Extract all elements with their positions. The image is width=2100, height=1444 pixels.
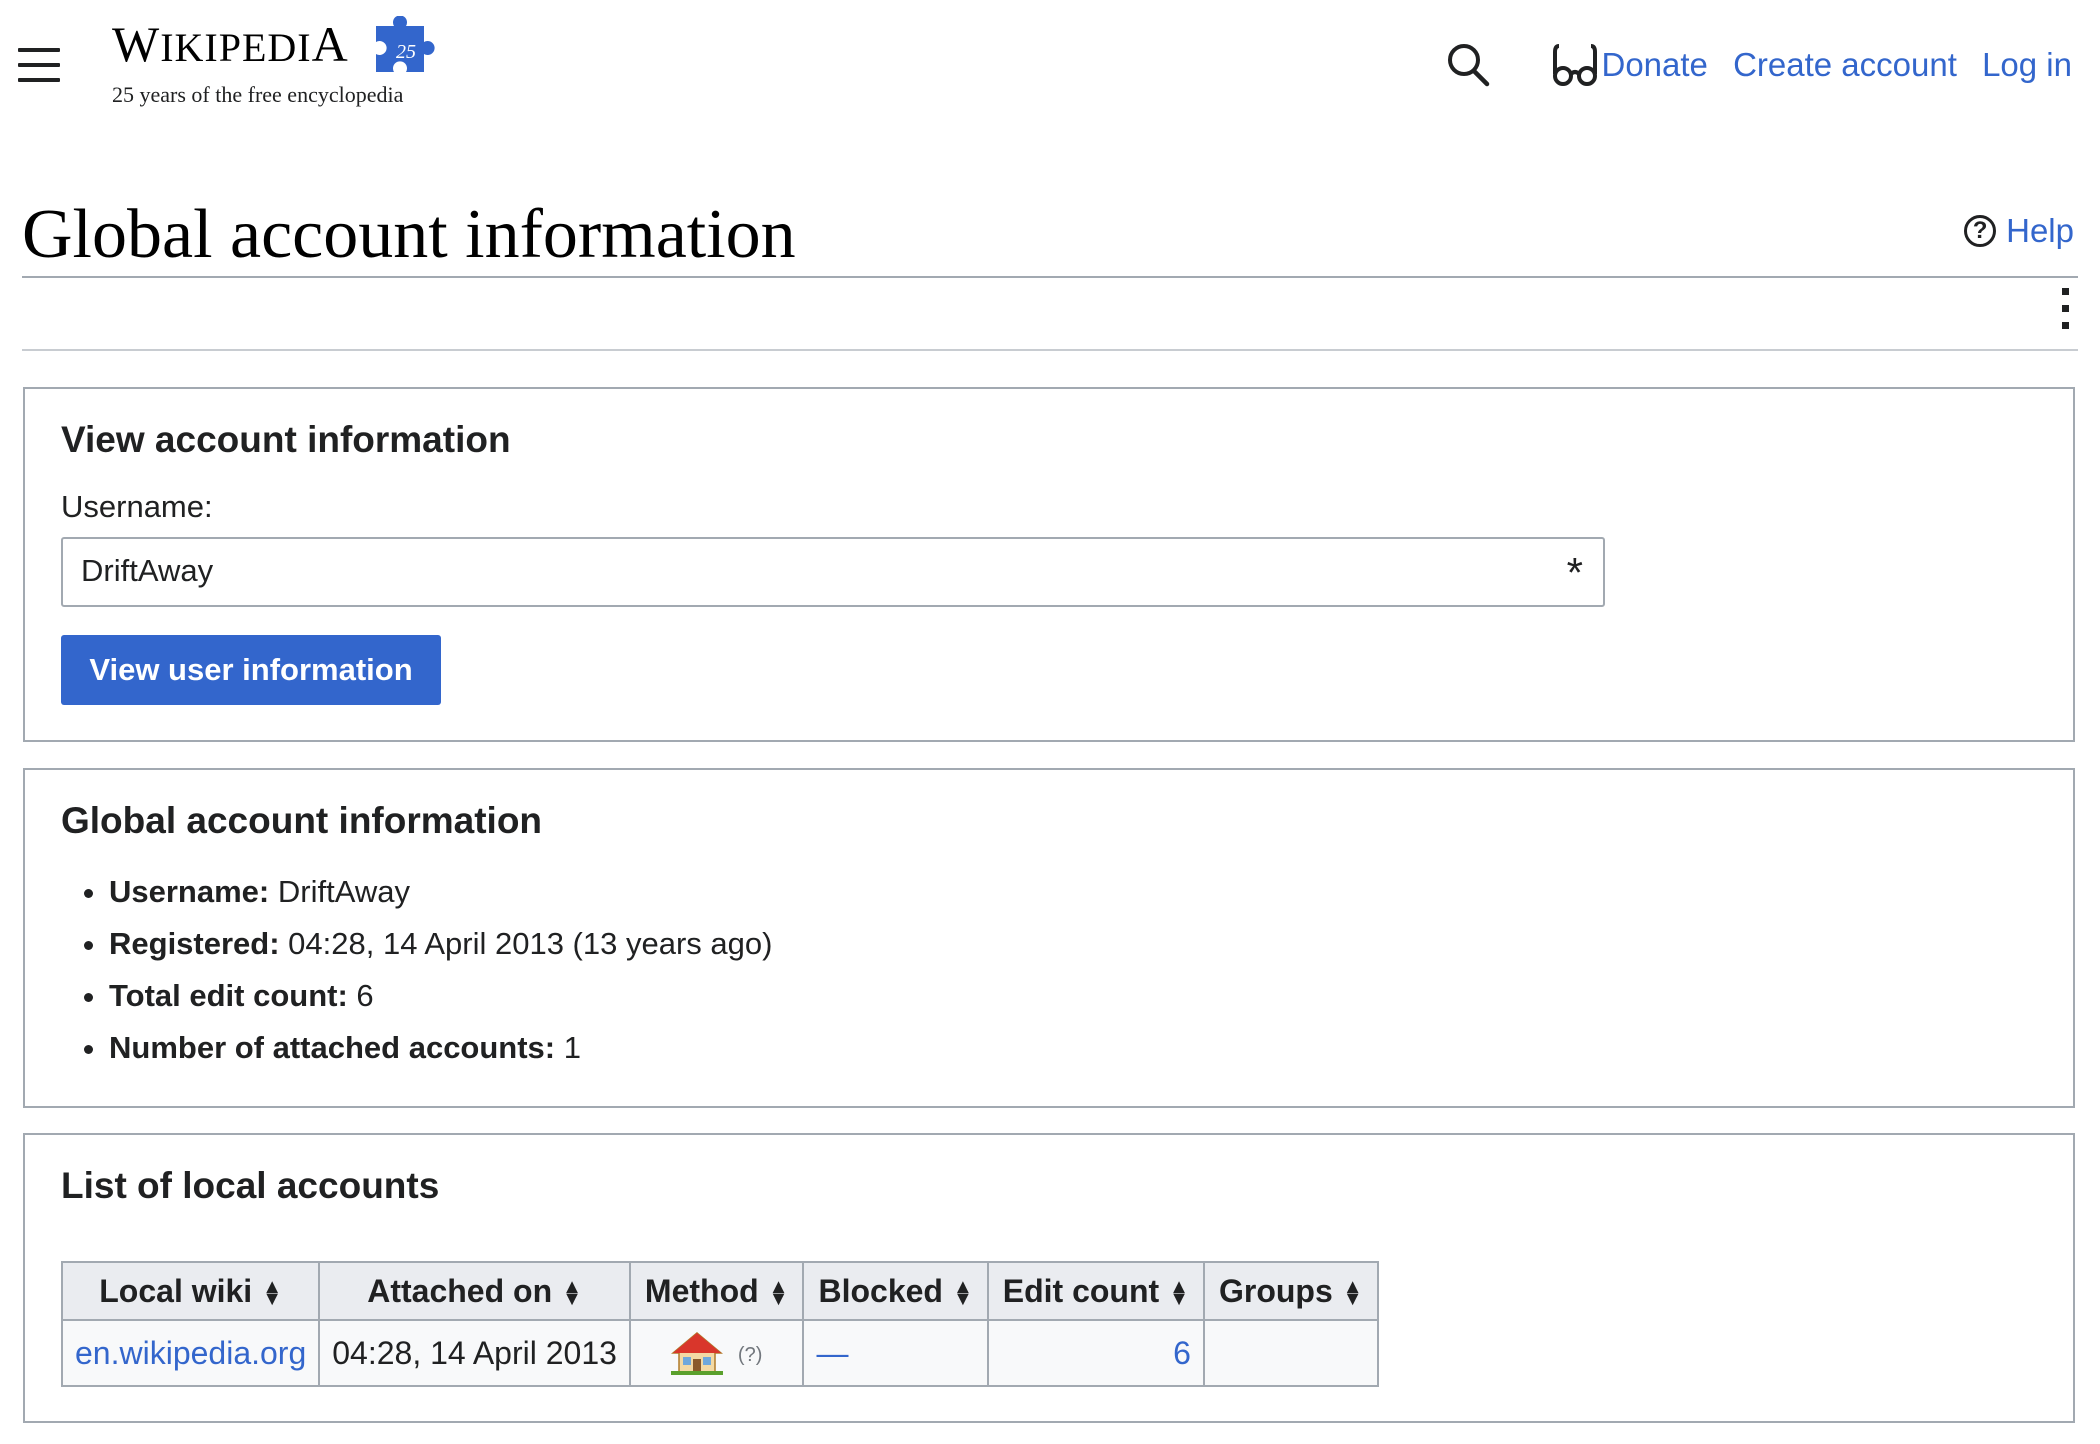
required-indicator: * xyxy=(1567,549,1583,597)
hamburger-icon-bar xyxy=(18,48,60,52)
method-help-link[interactable]: (?) xyxy=(738,1344,762,1366)
global-account-info-panel: Global account information Username: Dri… xyxy=(23,768,2075,1108)
username-label: Username: xyxy=(61,489,213,525)
kebab-icon-dot xyxy=(2062,322,2069,329)
search-icon[interactable] xyxy=(1444,38,1494,90)
svg-text:25: 25 xyxy=(396,41,416,63)
groups-cell xyxy=(1204,1320,1378,1386)
sort-icon: ▲▼ xyxy=(769,1281,789,1305)
edit-count-link[interactable]: 6 xyxy=(1173,1335,1191,1371)
table-header-row: Local wiki▲▼ Attached on▲▼ Method▲▼ Bloc… xyxy=(62,1262,1378,1320)
blocked-value[interactable]: — xyxy=(816,1335,848,1371)
username-field-wrapper: * xyxy=(61,537,1605,607)
wikipedia-logo[interactable]: WIKIPEDIA 25 years of the free encyclope… xyxy=(112,16,403,108)
local-accounts-heading: List of local accounts xyxy=(61,1165,439,1207)
edit-count-cell: 6 xyxy=(988,1320,1204,1386)
local-wiki-cell: en.wikipedia.org xyxy=(62,1320,319,1386)
view-account-heading: View account information xyxy=(61,419,511,461)
list-item: Registered: 04:28, 14 April 2013 (13 yea… xyxy=(109,918,772,970)
local-accounts-table: Local wiki▲▼ Attached on▲▼ Method▲▼ Bloc… xyxy=(61,1261,1379,1387)
table-row: en.wikipedia.org 04:28, 14 April 2013 (?… xyxy=(62,1320,1378,1386)
log-in-link[interactable]: Log in xyxy=(1982,46,2072,83)
view-user-information-button[interactable]: View user information xyxy=(61,635,441,705)
help-icon: ? xyxy=(1964,215,1996,247)
sort-icon: ▲▼ xyxy=(262,1281,282,1305)
title-divider xyxy=(22,276,2078,278)
column-header-local-wiki[interactable]: Local wiki▲▼ xyxy=(62,1262,319,1320)
logo-tagline: 25 years of the free encyclopedia xyxy=(112,82,403,108)
method-cell: (?) xyxy=(630,1320,804,1386)
column-header-groups[interactable]: Groups▲▼ xyxy=(1204,1262,1378,1320)
list-item: Number of attached accounts: 1 xyxy=(109,1022,772,1074)
list-item: Username: DriftAway xyxy=(109,866,772,918)
view-account-form: View account information Username: * Vie… xyxy=(23,387,2075,742)
wikipedia-wordmark: WIKIPEDIA xyxy=(112,16,403,76)
personal-tools: Donate Create account Log in xyxy=(1586,46,2073,84)
main-menu-button[interactable] xyxy=(18,48,64,84)
attached-on-cell: 04:28, 14 April 2013 xyxy=(319,1320,630,1386)
sort-icon: ▲▼ xyxy=(1343,1281,1363,1305)
username-input[interactable] xyxy=(81,553,1481,589)
sort-icon: ▲▼ xyxy=(1169,1281,1189,1305)
column-header-edit-count[interactable]: Edit count▲▼ xyxy=(988,1262,1204,1320)
page-title: Global account information xyxy=(22,190,796,280)
column-header-attached-on[interactable]: Attached on▲▼ xyxy=(319,1262,630,1320)
more-options-button[interactable] xyxy=(2062,288,2070,339)
site-header: WIKIPEDIA 25 years of the free encyclope… xyxy=(0,0,2100,130)
donate-link[interactable]: Donate xyxy=(1602,46,1708,83)
puzzle-piece-icon: 25 xyxy=(366,16,438,80)
hamburger-icon-bar xyxy=(18,78,60,82)
sort-icon: ▲▼ xyxy=(562,1281,582,1305)
create-account-link[interactable]: Create account xyxy=(1733,46,1957,83)
home-icon xyxy=(671,1331,723,1375)
help-label: Help xyxy=(2006,212,2074,250)
local-accounts-panel: List of local accounts Local wiki▲▼ Atta… xyxy=(23,1133,2075,1423)
sort-icon: ▲▼ xyxy=(953,1281,973,1305)
list-item: Total edit count: 6 xyxy=(109,970,772,1022)
column-header-blocked[interactable]: Blocked▲▼ xyxy=(803,1262,987,1320)
kebab-icon-dot xyxy=(2062,305,2069,312)
column-header-method[interactable]: Method▲▼ xyxy=(630,1262,804,1320)
toolbar-divider xyxy=(22,349,2078,351)
kebab-icon-dot xyxy=(2062,288,2069,295)
blocked-cell: — xyxy=(803,1320,987,1386)
global-info-list: Username: DriftAway Registered: 04:28, 1… xyxy=(61,866,772,1074)
hamburger-icon-bar xyxy=(18,63,60,67)
help-link[interactable]: ? Help xyxy=(1964,212,2074,250)
global-info-heading: Global account information xyxy=(61,800,542,842)
local-wiki-link[interactable]: en.wikipedia.org xyxy=(75,1335,306,1371)
